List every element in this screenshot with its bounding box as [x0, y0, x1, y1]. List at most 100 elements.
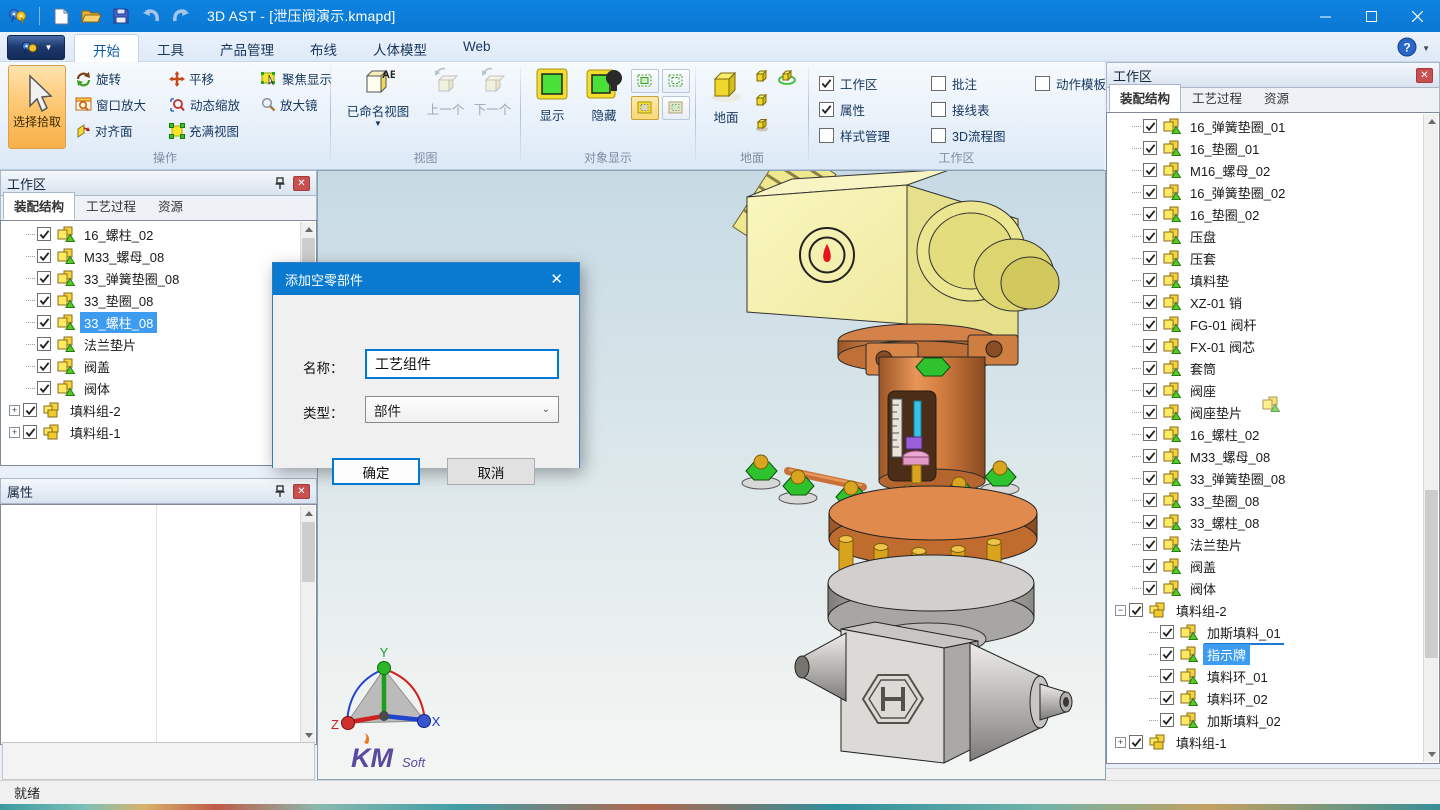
tree-item[interactable]: M33_螺母_08 [1, 245, 300, 267]
tree-item[interactable]: 阀体 [1, 377, 300, 399]
magnifier-button[interactable]: 放大镜 [258, 93, 335, 116]
tree-item-checkbox[interactable] [1143, 471, 1157, 485]
tree-item[interactable]: 套筒 [1107, 357, 1423, 379]
display-mode-button-2[interactable] [662, 69, 690, 93]
scrollbar-thumb[interactable] [1425, 490, 1438, 658]
tree-item[interactable]: 33_弹簧垫圈_08 [1107, 467, 1423, 489]
left-panel-close-icon[interactable]: ✕ [293, 176, 310, 191]
tree-item[interactable]: 16_弹簧垫圈_02 [1107, 181, 1423, 203]
tree-item-checkbox[interactable] [1143, 339, 1157, 353]
checkbox-icon[interactable] [1035, 76, 1050, 91]
ribbon-toggle-4[interactable]: 接线表 [931, 100, 1035, 119]
tree-item[interactable]: 法兰垫片 [1107, 533, 1423, 555]
tree-item-checkbox[interactable] [1143, 163, 1157, 177]
tree-item-checkbox[interactable] [1143, 119, 1157, 133]
tree-item-checkbox[interactable] [37, 293, 51, 307]
ribbon-tab-1[interactable]: 工具 [139, 34, 202, 62]
scroll-down-icon[interactable] [1424, 747, 1439, 762]
tree-item-checkbox[interactable] [23, 425, 37, 439]
tree-item-checkbox[interactable] [1143, 361, 1157, 375]
panel-tab-2[interactable]: 资源 [147, 192, 194, 220]
align-face-button[interactable]: 对齐面 [72, 119, 149, 142]
undo-icon[interactable] [139, 5, 163, 27]
name-input[interactable] [365, 349, 559, 379]
tree-item[interactable]: 33_垫圈_08 [1107, 489, 1423, 511]
tree-item[interactable]: 16_螺柱_02 [1, 223, 300, 245]
ribbon-tab-0[interactable]: 开始 [74, 34, 139, 62]
tree-item[interactable]: 压套 [1107, 247, 1423, 269]
tree-item[interactable]: 33_螺柱_08 [1107, 511, 1423, 533]
dynamic-zoom-button[interactable]: 动态缩放 [166, 93, 243, 116]
hide-button[interactable]: 隐藏 [581, 66, 627, 124]
next-view-button[interactable]: 下一个 [470, 66, 515, 118]
scroll-up-icon[interactable] [301, 222, 316, 237]
fit-view-button[interactable]: 充满视图 [166, 119, 243, 142]
ground-option-icon-4[interactable] [778, 68, 796, 88]
display-mode-button-1[interactable] [631, 69, 659, 93]
previous-view-button[interactable]: 上一个 [423, 66, 468, 118]
redo-icon[interactable] [169, 5, 193, 27]
checkbox-icon[interactable] [819, 102, 834, 117]
tree-item[interactable]: 填料环_02 [1107, 687, 1423, 709]
tree-item[interactable]: 填料环_01 [1107, 665, 1423, 687]
right-tree-scrollbar[interactable] [1423, 114, 1438, 762]
panel-tab-0[interactable]: 装配结构 [1109, 84, 1181, 112]
tree-item-checkbox[interactable] [1143, 207, 1157, 221]
tree-item[interactable]: +填料组-2 [1, 399, 300, 421]
tree-item-checkbox[interactable] [1143, 141, 1157, 155]
tree-item[interactable]: 指示牌 [1107, 643, 1423, 665]
tree-item[interactable]: +填料组-1 [1, 421, 300, 443]
tree-item-checkbox[interactable] [37, 271, 51, 285]
tree-item-checkbox[interactable] [37, 315, 51, 329]
collapse-icon[interactable]: − [1115, 605, 1126, 616]
ribbon-toggle-0[interactable]: 工作区 [819, 74, 931, 93]
tree-item[interactable]: FX-01 阀芯 [1107, 335, 1423, 357]
tree-item-checkbox[interactable] [1143, 515, 1157, 529]
checkbox-icon[interactable] [931, 102, 946, 117]
tree-item-checkbox[interactable] [1143, 493, 1157, 507]
minimize-button[interactable] [1302, 0, 1348, 32]
open-file-icon[interactable] [79, 5, 103, 27]
show-button[interactable]: 显示 [529, 66, 575, 124]
ground-option-icon-3[interactable] [754, 116, 770, 135]
tree-item-checkbox[interactable] [1143, 427, 1157, 441]
tree-item-checkbox[interactable] [1143, 559, 1157, 573]
tree-item-checkbox[interactable] [1143, 581, 1157, 595]
tree-item-checkbox[interactable] [1160, 647, 1174, 661]
tree-item[interactable]: XZ-01 销 [1107, 291, 1423, 313]
type-select[interactable]: 部件 ⌄ [365, 396, 559, 423]
panel-tab-0[interactable]: 装配结构 [3, 192, 75, 220]
window-zoom-button[interactable]: 窗口放大 [72, 93, 149, 116]
tree-item[interactable]: 填料垫 [1107, 269, 1423, 291]
checkbox-icon[interactable] [931, 76, 946, 91]
tree-item-checkbox[interactable] [1160, 691, 1174, 705]
checkbox-icon[interactable] [931, 128, 946, 143]
save-icon[interactable] [109, 5, 133, 27]
dialog-title-bar[interactable]: 添加空零部件 ✕ [273, 263, 579, 295]
tree-item-checkbox[interactable] [1143, 383, 1157, 397]
tree-item-checkbox[interactable] [1143, 273, 1157, 287]
tree-item-checkbox[interactable] [37, 359, 51, 373]
ribbon-toggle-2[interactable]: 样式管理 [819, 126, 931, 145]
tree-item[interactable]: 阀座垫片 [1107, 401, 1423, 423]
tree-item[interactable]: M16_螺母_02 [1107, 159, 1423, 181]
focus-display-button[interactable]: 聚焦显示 [258, 67, 335, 90]
new-document-icon[interactable] [49, 5, 73, 27]
tree-item[interactable]: 16_垫圈_02 [1107, 203, 1423, 225]
tree-item[interactable]: 阀盖 [1107, 555, 1423, 577]
scrollbar-thumb[interactable] [302, 522, 315, 582]
ok-button[interactable]: 确定 [332, 458, 420, 485]
tree-item[interactable]: 阀盖 [1, 355, 300, 377]
named-views-button[interactable]: AB 已命名视图 ▼ [337, 66, 419, 128]
tree-item-checkbox[interactable] [1143, 449, 1157, 463]
ribbon-toggle-3[interactable]: 批注 [931, 74, 1035, 93]
rotate-button[interactable]: 旋转 [72, 67, 149, 90]
display-mode-button-3[interactable] [631, 96, 659, 120]
display-mode-button-4[interactable] [662, 96, 690, 120]
right-panel-close-icon[interactable]: ✕ [1416, 68, 1433, 83]
ribbon-tab-2[interactable]: 产品管理 [202, 34, 292, 62]
tree-item[interactable]: 16_弹簧垫圈_01 [1107, 115, 1423, 137]
ground-option-icon-2[interactable] [754, 92, 770, 111]
tree-item[interactable]: −填料组-2 [1107, 599, 1423, 621]
tree-item[interactable]: 33_弹簧垫圈_08 [1, 267, 300, 289]
